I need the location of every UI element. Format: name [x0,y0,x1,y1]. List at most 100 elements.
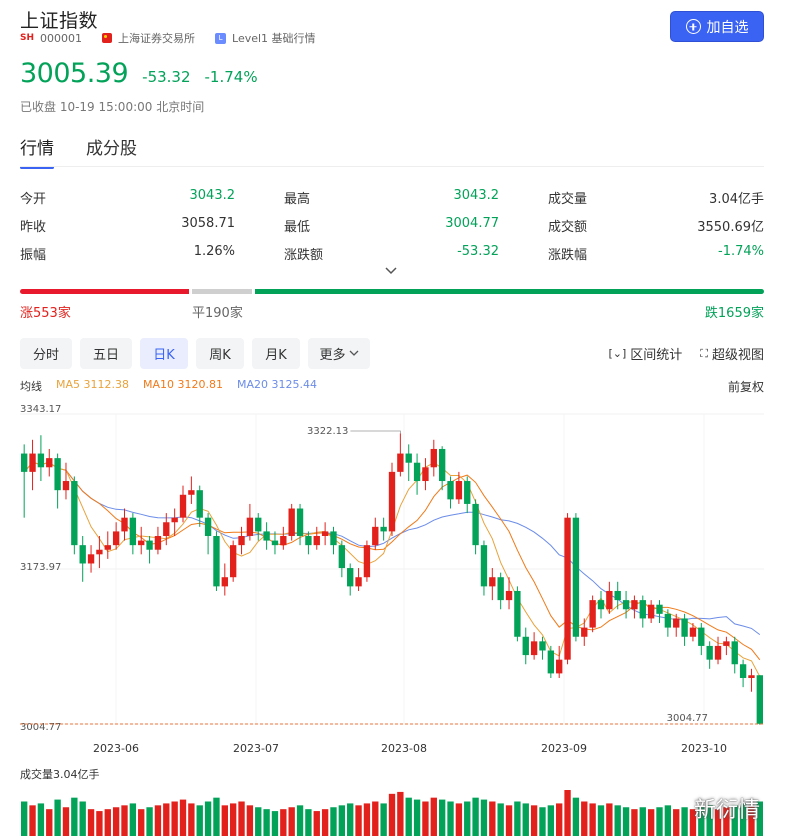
price-change-pct: -1.74% [204,68,258,86]
volume-bar [154,805,162,836]
volume-bar [539,807,546,836]
volume-bar [673,809,680,836]
x-tick-label: 2023-06 [93,742,139,755]
candle-body [246,517,254,536]
candle-body [514,590,521,637]
candle-body [321,531,329,536]
volume-bar [347,803,354,836]
volume-bar [464,801,471,836]
volume-bar [430,797,437,836]
period-five-day[interactable]: 五日 [80,338,132,369]
candle-body [572,517,580,637]
volume-bar [121,805,128,836]
candle-body [597,600,605,610]
candle-body [447,481,454,500]
volume-bar [397,791,404,836]
stat-item: 涨跌额 -53.32 [284,244,499,263]
candle-body [296,508,304,536]
candle-body [271,540,279,546]
candle-body [104,545,111,550]
stats-row: 振幅 1.26% 涨跌额 -53.32 涨跌幅 -1.74% [20,239,764,267]
candle-body [388,471,396,532]
price-adjust-option[interactable]: 前复权 [728,378,764,395]
candle-body [179,494,187,518]
plus-circle-icon [685,19,701,34]
stats-row: 今开 3043.2 最高 3043.2 成交量 3.04亿手 [20,183,764,211]
add-watchlist-button[interactable]: 加自选 [670,11,764,42]
period-daily[interactable]: 日K [140,338,188,369]
kline-chart[interactable]: 3343.17 3173.97 3004.77 2023-06 2023-07 2023-… [0,398,792,836]
period-selector: 分时 五日 日K 周K 月K 更多 [20,338,370,369]
volume-bar [664,805,672,836]
ma-legend: 均线 MA5 3112.38 MA10 3120.81 MA20 3125.44 [20,378,317,394]
volume-bar [606,803,613,836]
volume-bar [87,809,95,836]
y-tick-label: 3173.97 [20,562,61,573]
stat-item: 振幅 1.26% [20,244,235,263]
candle-body [196,490,203,518]
volume-bar [79,801,86,836]
breadth-up-label: 涨553家 [20,306,71,321]
stats-row: 昨收 3058.71 最低 3004.77 成交额 3550.69亿 [20,211,764,239]
stat-value: 1.26% [193,243,235,259]
ma10-legend: MA10 3120.81 [143,378,223,391]
market-badge: SH [20,33,35,43]
range-stats-button[interactable]: [⌄] 区间统计 [608,344,682,363]
tab-quote[interactable]: 行情 [20,134,54,169]
stat-label: 振幅 [20,247,47,263]
period-minute[interactable]: 分时 [20,338,72,369]
price-change: -53.32 [142,68,191,86]
candle-body [422,467,429,482]
candle-body [79,545,86,564]
volume-bar [363,803,371,836]
volume-bar [37,803,45,836]
volume-bar [112,807,120,836]
breadth-down-label: 跌1659家 [704,306,764,321]
chevron-down-icon[interactable] [384,266,398,276]
volume-bar [388,793,396,836]
volume-bar [146,807,153,836]
candle-body [455,481,463,500]
stat-value: -1.74% [718,243,764,259]
volume-bar [255,807,262,836]
volume-bar [572,797,580,836]
ma-legend-label: 均线 [20,380,42,393]
volume-bar [21,801,28,836]
volume-bar [229,803,237,836]
volume-bar [321,809,329,836]
candle-body [330,531,337,546]
candle-body [489,577,496,587]
price-row: 3005.39 -53.32 -1.74% [20,58,258,89]
period-more[interactable]: 更多 [308,338,370,369]
stat-label: 昨收 [20,219,47,235]
stat-label: 最高 [284,191,311,207]
volume-bar [597,805,605,836]
volume-bar [380,803,387,836]
x-tick-label: 2023-07 [233,742,279,755]
volume-bar [631,809,638,836]
candle-body [706,645,713,660]
candle-body [639,600,646,619]
level-info: Level1 基础行情 [232,32,316,45]
stat-label: 今开 [20,191,47,207]
candle-body [472,503,479,546]
candle-body [355,577,362,587]
period-weekly[interactable]: 周K [196,338,244,369]
volume-bar [447,801,454,836]
volume-bar [196,805,203,836]
candle-body [171,517,178,523]
volume-bar [62,807,70,836]
candle-body [62,481,70,491]
candle-body [480,545,488,587]
super-view-button[interactable]: ⛶ 超级视图 [700,344,764,364]
candle-body [46,458,53,468]
tab-constituents[interactable]: 成分股 [86,134,137,167]
candle-body [229,545,237,578]
candle-body [96,549,103,555]
watermark-logo: 新衍情 [694,798,761,823]
stat-value: 3043.2 [453,187,500,203]
period-monthly[interactable]: 月K [252,338,300,369]
volume-bar [179,799,187,836]
market-status: 已收盘 10-19 15:00:00 北京时间 [20,100,205,114]
volume-bar [413,799,421,836]
